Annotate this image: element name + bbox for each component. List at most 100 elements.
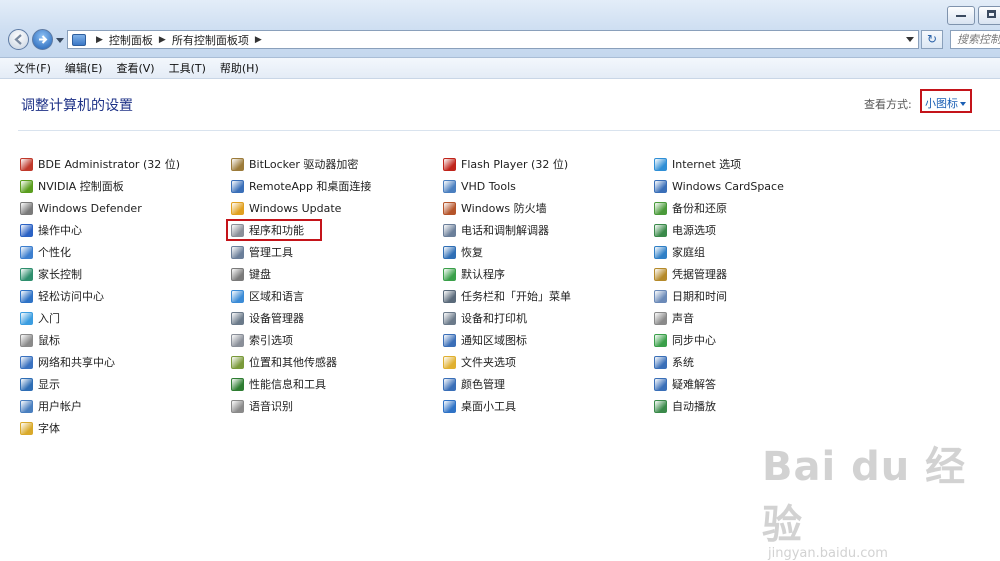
control-panel-item[interactable]: 显示 bbox=[20, 373, 180, 395]
control-panel-item-label[interactable]: 网络和共享中心 bbox=[38, 354, 115, 370]
control-panel-item[interactable]: NVIDIA 控制面板 bbox=[20, 175, 180, 197]
control-panel-item-label[interactable]: 家长控制 bbox=[38, 266, 82, 282]
refresh-button[interactable]: ↻ bbox=[921, 30, 943, 49]
control-panel-item-label[interactable]: 默认程序 bbox=[461, 266, 505, 282]
control-panel-item-label[interactable]: 轻松访问中心 bbox=[38, 288, 104, 304]
control-panel-item-label[interactable]: 区域和语言 bbox=[249, 288, 304, 304]
control-panel-item[interactable]: 区域和语言 bbox=[231, 285, 371, 307]
breadcrumb-separator-icon[interactable]: ▶ bbox=[255, 35, 262, 45]
control-panel-item-label[interactable]: 设备和打印机 bbox=[461, 310, 527, 326]
control-panel-item[interactable]: 默认程序 bbox=[443, 263, 571, 285]
control-panel-item[interactable]: 用户帐户 bbox=[20, 395, 180, 417]
control-panel-item[interactable]: Windows Update bbox=[231, 197, 371, 219]
control-panel-item-label[interactable]: 电源选项 bbox=[672, 222, 716, 238]
control-panel-item-label[interactable]: RemoteApp 和桌面连接 bbox=[249, 178, 371, 194]
control-panel-item-label[interactable]: 文件夹选项 bbox=[461, 354, 516, 370]
control-panel-item[interactable]: 家庭组 bbox=[654, 241, 784, 263]
control-panel-item[interactable]: 设备管理器 bbox=[231, 307, 371, 329]
control-panel-item-label[interactable]: 凭据管理器 bbox=[672, 266, 727, 282]
recent-pages-dropdown-icon[interactable] bbox=[56, 38, 64, 43]
control-panel-item[interactable]: RemoteApp 和桌面连接 bbox=[231, 175, 371, 197]
control-panel-item-label[interactable]: Windows 防火墙 bbox=[461, 200, 547, 216]
control-panel-item-label[interactable]: VHD Tools bbox=[461, 180, 516, 193]
control-panel-item[interactable]: 备份和还原 bbox=[654, 197, 784, 219]
control-panel-item[interactable]: 个性化 bbox=[20, 241, 180, 263]
control-panel-item-label[interactable]: 位置和其他传感器 bbox=[249, 354, 337, 370]
control-panel-item[interactable]: BitLocker 驱动器加密 bbox=[231, 153, 371, 175]
control-panel-item[interactable]: Internet 选项 bbox=[654, 153, 784, 175]
control-panel-item-label[interactable]: 字体 bbox=[38, 420, 60, 436]
control-panel-item-label[interactable]: 自动播放 bbox=[672, 398, 716, 414]
control-panel-item-label[interactable]: 任务栏和「开始」菜单 bbox=[461, 288, 571, 304]
control-panel-item-label[interactable]: 操作中心 bbox=[38, 222, 82, 238]
control-panel-item-label[interactable]: Windows Update bbox=[249, 202, 341, 215]
control-panel-item-label[interactable]: 桌面小工具 bbox=[461, 398, 516, 414]
control-panel-item[interactable]: 日期和时间 bbox=[654, 285, 784, 307]
control-panel-item[interactable]: 操作中心 bbox=[20, 219, 180, 241]
control-panel-item-label[interactable]: 电话和调制解调器 bbox=[461, 222, 549, 238]
view-by-dropdown[interactable]: 小图标 bbox=[920, 89, 972, 113]
menu-view[interactable]: 查看(V) bbox=[109, 60, 161, 76]
control-panel-item-label[interactable]: 家庭组 bbox=[672, 244, 705, 260]
control-panel-item-label[interactable]: 入门 bbox=[38, 310, 60, 326]
view-by-value[interactable]: 小图标 bbox=[925, 97, 958, 110]
control-panel-item[interactable]: 索引选项 bbox=[231, 329, 371, 351]
control-panel-item[interactable]: 颜色管理 bbox=[443, 373, 571, 395]
breadcrumb-separator-icon[interactable]: ▶ bbox=[159, 35, 166, 45]
control-panel-item[interactable]: 字体 bbox=[20, 417, 180, 439]
menu-help[interactable]: 帮助(H) bbox=[213, 60, 266, 76]
restore-button[interactable] bbox=[978, 6, 1000, 25]
control-panel-item[interactable]: 同步中心 bbox=[654, 329, 784, 351]
control-panel-item-label[interactable]: 颜色管理 bbox=[461, 376, 505, 392]
control-panel-item[interactable]: Windows CardSpace bbox=[654, 175, 784, 197]
control-panel-item-label[interactable]: BDE Administrator (32 位) bbox=[38, 156, 180, 172]
address-dropdown-icon[interactable] bbox=[906, 37, 914, 42]
control-panel-item[interactable]: 自动播放 bbox=[654, 395, 784, 417]
control-panel-item[interactable]: 键盘 bbox=[231, 263, 371, 285]
control-panel-item-label[interactable]: 备份和还原 bbox=[672, 200, 727, 216]
control-panel-item-label[interactable]: 显示 bbox=[38, 376, 60, 392]
control-panel-item[interactable]: 电话和调制解调器 bbox=[443, 219, 571, 241]
control-panel-item[interactable]: Windows 防火墙 bbox=[443, 197, 571, 219]
control-panel-item[interactable]: Flash Player (32 位) bbox=[443, 153, 571, 175]
control-panel-item-label[interactable]: 个性化 bbox=[38, 244, 71, 260]
control-panel-item[interactable]: 桌面小工具 bbox=[443, 395, 571, 417]
control-panel-item-label[interactable]: NVIDIA 控制面板 bbox=[38, 178, 124, 194]
control-panel-item[interactable]: 入门 bbox=[20, 307, 180, 329]
control-panel-item[interactable]: 管理工具 bbox=[231, 241, 371, 263]
control-panel-item[interactable]: 位置和其他传感器 bbox=[231, 351, 371, 373]
search-input[interactable]: 搜索控制面板 bbox=[950, 30, 1000, 49]
control-panel-item[interactable]: 系统 bbox=[654, 351, 784, 373]
address-bar[interactable]: ▶ 控制面板 ▶ 所有控制面板项 ▶ bbox=[67, 30, 919, 49]
forward-button[interactable] bbox=[32, 29, 53, 50]
control-panel-item-label[interactable]: 键盘 bbox=[249, 266, 271, 282]
control-panel-item-label[interactable]: 管理工具 bbox=[249, 244, 293, 260]
control-panel-item[interactable]: 恢复 bbox=[443, 241, 571, 263]
control-panel-item[interactable]: 声音 bbox=[654, 307, 784, 329]
control-panel-item[interactable]: 家长控制 bbox=[20, 263, 180, 285]
control-panel-item[interactable]: BDE Administrator (32 位) bbox=[20, 153, 180, 175]
menu-tools[interactable]: 工具(T) bbox=[162, 60, 213, 76]
control-panel-item-label[interactable]: 日期和时间 bbox=[672, 288, 727, 304]
minimize-button[interactable] bbox=[947, 6, 975, 25]
control-panel-item-label[interactable]: 系统 bbox=[672, 354, 694, 370]
control-panel-item-label[interactable]: 语音识别 bbox=[249, 398, 293, 414]
control-panel-item[interactable]: 电源选项 bbox=[654, 219, 784, 241]
control-panel-item[interactable]: 疑难解答 bbox=[654, 373, 784, 395]
menu-edit[interactable]: 编辑(E) bbox=[58, 60, 110, 76]
control-panel-item[interactable]: 凭据管理器 bbox=[654, 263, 784, 285]
control-panel-item-label[interactable]: BitLocker 驱动器加密 bbox=[249, 156, 358, 172]
control-panel-item-label[interactable]: 疑难解答 bbox=[672, 376, 716, 392]
control-panel-item-label[interactable]: 设备管理器 bbox=[249, 310, 304, 326]
control-panel-item-label[interactable]: Internet 选项 bbox=[672, 156, 741, 172]
menu-file[interactable]: 文件(F) bbox=[0, 60, 58, 76]
breadcrumb-control-panel[interactable]: 控制面板 bbox=[109, 32, 153, 48]
breadcrumb-all-items[interactable]: 所有控制面板项 bbox=[172, 32, 249, 48]
control-panel-item-label[interactable]: 声音 bbox=[672, 310, 694, 326]
control-panel-item-label[interactable]: 性能信息和工具 bbox=[249, 376, 326, 392]
control-panel-item[interactable]: 网络和共享中心 bbox=[20, 351, 180, 373]
control-panel-item-label[interactable]: Windows Defender bbox=[38, 202, 142, 215]
control-panel-item[interactable]: 语音识别 bbox=[231, 395, 371, 417]
control-panel-item-label[interactable]: Windows CardSpace bbox=[672, 180, 784, 193]
control-panel-item[interactable]: 任务栏和「开始」菜单 bbox=[443, 285, 571, 307]
